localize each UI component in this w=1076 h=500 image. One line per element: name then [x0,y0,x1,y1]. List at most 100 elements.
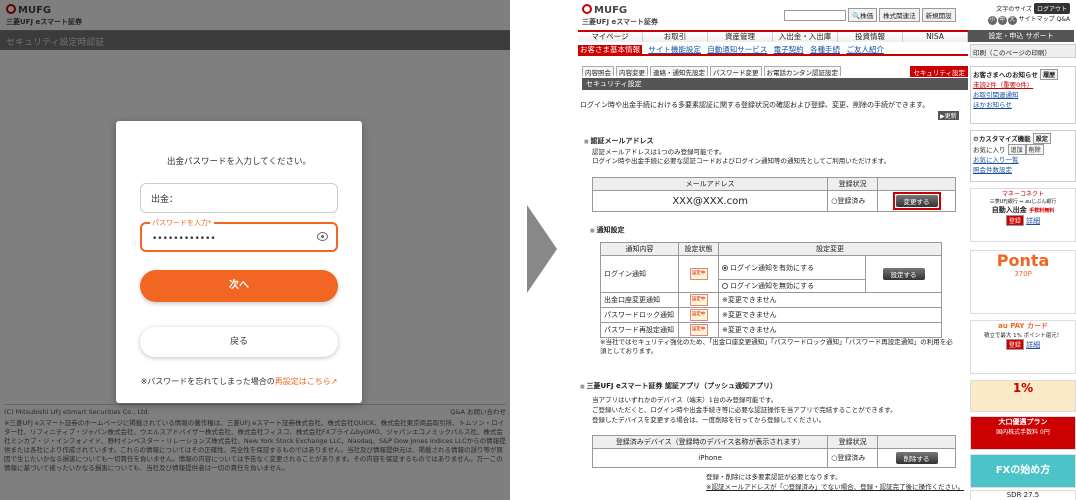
app-note1: 登録・削除には多要素認証が必要となります。 [706,473,842,481]
device-status: ○登録済み [827,448,879,468]
setting-badge: 設定中 [689,268,708,280]
font-size-label: 文字のサイズ [996,6,1033,13]
new-account-button[interactable]: 新規開設 [921,8,956,22]
row-login-notify: ログイン通知 [600,255,679,293]
history-button[interactable]: 履歴 [1040,69,1059,80]
setting-badge: 設定中 [689,324,708,336]
stock-button[interactable]: 🔍株価 [848,8,878,22]
font-medium[interactable]: 中 [997,16,1007,25]
sub-nav: お客さま基本情報 サイト機能設定 自動通知サービス 電子契約 各種手続 ご友人紹… [578,44,968,56]
notify-footnote2: 須としております。 [600,347,658,355]
email-value: XXX@XXX.com [591,190,829,212]
app-line2: ご登録いただくと、ログイン時や出金手続き等に必要な認証操作を当アプリで完結するこ… [592,406,897,414]
tab-inquiry[interactable]: 内容照会 [582,66,614,77]
fx-banner[interactable]: FXの始め方 [970,454,1076,488]
subnav-site-settings[interactable]: サイト機能設定 [648,45,701,54]
search-input[interactable] [784,9,846,21]
radio-enable[interactable]: ログイン通知を有効にする [718,255,866,280]
campaign-banner[interactable]: 1% [970,380,1076,412]
subnav-e-contract[interactable]: 電子契約 [774,45,804,54]
password-label: パスワードを入力* [150,218,214,228]
nav-assets[interactable]: 資産管理 [708,32,773,42]
nav-trade[interactable]: お取引 [643,32,708,42]
delete-button[interactable]: 削除する [895,452,938,464]
font-small[interactable]: 小 [987,16,997,25]
nav-deposit[interactable]: 入出金・入出庫 [773,32,838,42]
app-heading: 三菱UFJ eスマート証券 認証アプリ（プッシュ通知アプリ） [580,381,776,391]
right-header: MUFG 三菱UFJ eスマート証券 🔍株価 株式関連法 新規開設 文字のサイズ… [576,0,1076,30]
money-connect-banner[interactable]: マネーコネクト 三菱UFJ銀行 ⇔ auじぶん銀行 自動入出金 手数料無料 登録… [970,188,1076,242]
nav-info[interactable]: 投資情報 [838,32,903,42]
modal-prompt: 出金パスワードを入力してください。 [167,157,311,167]
subnav-referral[interactable]: ご友人紹介 [846,45,884,54]
mufg-logo-right[interactable]: MUFG 三菱UFJ eスマート証券 [582,4,658,27]
device-name: iPhone [591,448,829,468]
change-button[interactable]: 変更する [895,195,938,207]
right-sidebar: 印刷（このページの印刷） お客さまへのお知らせ 履歴 未読2件（重要0件） お取… [970,44,1076,500]
update-button[interactable]: ▶更新 [938,111,959,120]
notify-footnote1: ※当社ではセキュリティ強化のため、「出金口座変更通知」「パスワードロック通知」「… [600,338,953,346]
change-button-highlight: 変更する [892,192,941,210]
subnav-procedures[interactable]: 各種手続 [810,45,840,54]
method-button[interactable]: 株式関連法 [879,8,920,22]
sdr-banner[interactable]: SDR 27.5 [970,490,1076,500]
app-line1: 当アプリはいずれかのデバイス（端末）1台のみ登録可能です。 [592,396,778,404]
logout-button[interactable]: ログアウト [1033,3,1070,14]
radio-disable[interactable]: ログイン通知を無効にする [718,279,866,293]
notify-heading: 通知設定 [590,225,624,235]
reset-link[interactable]: 再設定はこちら [275,377,331,386]
password-modal: 出金パスワードを入力してください。 出金： パスワードを入力* ••••••••… [116,121,362,403]
notice-other[interactable]: ほかお知らせ [973,100,1073,110]
password-field[interactable]: パスワードを入力* •••••••••••• [140,218,338,252]
auth-email-line2: ログイン時や出金手続に必要な認証コードおよびログイン通知等の通知先としてご利用い… [592,157,891,165]
tab-change[interactable]: 内容変更 [616,66,648,77]
eye-icon[interactable] [317,232,328,241]
arrow-right-icon [527,205,557,293]
email-status: ○登録済み [827,190,879,212]
top-right-tools: 文字のサイズ ログアウト 小中大 サイトマップ Q&A [987,3,1070,25]
nav-settings-support[interactable]: 設定・申込 サポート [968,30,1074,42]
password-value: •••••••••••• [152,234,216,244]
font-large[interactable]: 大 [1007,16,1017,25]
section-title: セキュリティ設定 [582,78,968,90]
email-table: メールアドレス 登録状況 XXX@XXX.com ○登録済み 変更する [591,177,956,212]
tab-bar: 内容照会 内容変更 連絡・通知先設定 パスワード変更 お電話カンタン認証設定 セ… [582,66,968,77]
print-button[interactable]: 印刷（このページの印刷） [970,44,1076,58]
left-panel: MUFG 三菱UFJ eスマート証券 セキュリティ設定時認証 (C) Mitsu… [0,0,510,500]
external-link-icon[interactable]: ↗ [331,377,338,386]
aupay-banner[interactable]: au PAY カード 積立で最大 1% ポイント還元！ 登録 詳細 [970,320,1076,374]
subnav-notify-service[interactable]: 自動通知サービス [707,45,767,54]
back-button[interactable]: 戻る [140,327,338,357]
device-table: 登録済みデバイス（登録時のデバイス名称が表示されます） 登録状況 iPhone ○… [591,435,956,468]
nav-mypage[interactable]: マイページ [578,32,643,42]
set-button[interactable]: 設定する [882,268,925,280]
right-panel: MUFG 三菱UFJ eスマート証券 🔍株価 株式関連法 新規開設 文字のサイズ… [576,0,1076,500]
next-button[interactable]: 次へ [140,270,338,302]
col-status: 登録状況 [827,177,879,191]
section-description: ログイン時や出金手続における多要素認証に関する登録状況の確認および登録、変更、削… [580,101,930,109]
auth-email-heading: 認証メールアドレス [584,136,653,146]
setting-badge: 設定中 [689,294,708,306]
tab-contact[interactable]: 連絡・通知先設定 [650,66,708,77]
setting-badge: 設定中 [689,309,708,321]
notice-unread[interactable]: 未読2件（重要0件） [973,80,1073,90]
app-line3: 登録したデバイスを変更する場合は、一度削除を行ってから登録してください。 [592,416,826,424]
ponta-banner[interactable]: Ponta 370P [970,250,1076,314]
custom-settings-button[interactable]: 設定 [1032,133,1051,144]
app-note2: ※認証メールアドレスが「○登録済み」でない場合、登録・認証完了後に操作ください。 [706,483,965,491]
subnav-basic-info[interactable]: お客さま基本情報 [578,45,642,54]
tab-phone-auth[interactable]: お電話カンタン認証設定 [763,66,841,77]
top-links[interactable]: サイトマップ Q&A [1019,16,1070,23]
tab-security[interactable]: セキュリティ設定 [910,66,968,77]
notice-trade[interactable]: お取引関連通知 [973,90,1073,100]
notice-box: お客さまへのお知らせ 履歴 未読2件（重要0件） お取引関連通知 ほかお知らせ [970,66,1076,124]
big-plan-banner[interactable]: 大口優遇プラン 国内株式手数料 0円 [970,416,1076,450]
tab-password[interactable]: パスワード変更 [710,66,762,77]
global-nav: マイページ お取引 資産管理 入出金・入出庫 投資情報 NISA [578,30,968,42]
search-bar: 🔍株価 株式関連法 新規開設 [784,8,956,22]
forgot-password: ※パスワードを忘れてしまった場合の再設定はこちら↗ [140,377,338,386]
amount-field: 出金： [140,183,338,213]
notify-table: 通知内容 設定状態 設定変更 ログイン通知 設定中 ログイン通知を有効にする 設定す… [600,242,942,338]
auth-email-line1: 認証メールアドレスは1つのみ登録可能です。 [592,148,726,156]
nav-nisa[interactable]: NISA [903,32,968,42]
